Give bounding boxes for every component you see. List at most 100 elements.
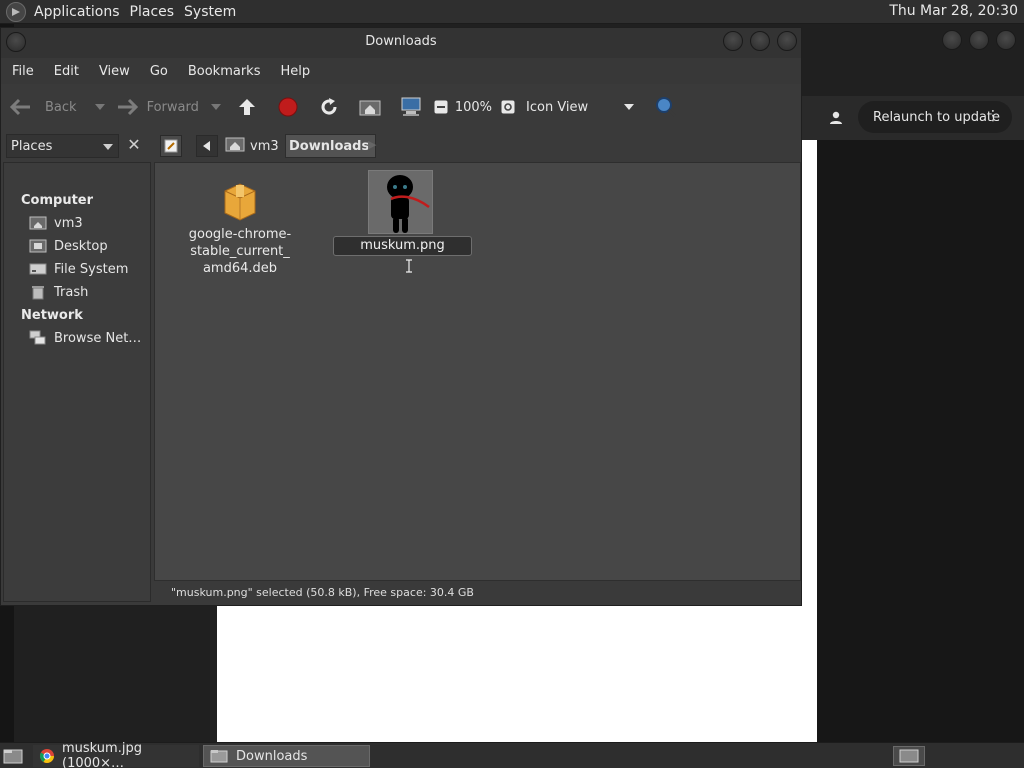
top-panel: Applications Places System Thu Mar 28, 2… [0, 0, 1024, 24]
close-button[interactable] [777, 31, 797, 51]
maximize-button[interactable] [750, 31, 770, 51]
menu-help[interactable]: Help [273, 64, 317, 79]
bottom-panel: muskum.jpg (1000×… Downloads [0, 741, 1024, 768]
back-button[interactable]: Back [9, 95, 77, 119]
menu-go[interactable]: Go [143, 64, 175, 79]
view-mode-dropdown[interactable] [624, 104, 635, 110]
file-name: google-chrome- stable_current_ amd64.deb [182, 226, 298, 277]
text-cursor-icon [406, 259, 412, 273]
computer-icon[interactable] [399, 95, 423, 119]
home-folder-icon[interactable] [358, 95, 382, 119]
chevron-down-icon [103, 144, 113, 150]
breadcrumb-vm3[interactable]: vm3 [221, 135, 285, 157]
forward-label: Forward [146, 99, 199, 115]
toolbar: Back Forward 100% Icon View [1, 84, 801, 130]
menubar: File Edit View Go Bookmarks Help [1, 58, 801, 84]
folder-icon [210, 749, 228, 763]
show-desktop-icon[interactable] [3, 748, 23, 764]
sidebar-item-label: Desktop [54, 238, 108, 254]
sidebar-type-select[interactable]: Places [6, 134, 119, 158]
breadcrumb-label: Downloads [289, 138, 370, 154]
crumb-scroll-right-icon[interactable]: ▶ [368, 138, 382, 154]
view-mode-select[interactable]: Icon View [526, 100, 588, 115]
statusbar: "muskum.png" selected (50.8 kB), Free sp… [154, 581, 801, 605]
sidebar-item-trash[interactable]: Trash [29, 284, 88, 300]
trash-icon [29, 284, 47, 300]
sidebar-item-label: Trash [54, 284, 89, 300]
more-menu-icon[interactable]: ⋮ [986, 109, 1000, 123]
sidebar-heading-network: Network [21, 308, 83, 323]
file-name-line: amd64.deb [202, 261, 278, 276]
chrome-side-area [817, 140, 1024, 742]
menu-view[interactable]: View [92, 64, 137, 79]
rename-input[interactable]: muskum.png [333, 236, 472, 256]
forward-arrow-icon [115, 95, 139, 119]
menu-bookmarks[interactable]: Bookmarks [181, 64, 268, 79]
maximize-button[interactable] [969, 30, 989, 50]
system-menu[interactable]: System [182, 4, 244, 20]
window-title: Downloads [365, 34, 437, 49]
sidebar-item-label: File System [54, 261, 129, 277]
network-icon [29, 330, 47, 346]
zoom-out-icon[interactable] [429, 95, 453, 119]
zoom-in-icon[interactable] [496, 95, 520, 119]
back-label: Back [45, 99, 77, 115]
sidebar-type-label: Places [11, 138, 53, 154]
relaunch-to-update-button[interactable]: Relaunch to update ⋮ [858, 101, 1012, 133]
sidebar-item-label: vm3 [54, 215, 83, 231]
taskbar-item-label: Downloads [236, 748, 308, 764]
file-name-line: google-chrome- [188, 227, 292, 242]
package-icon [222, 181, 258, 221]
account-icon[interactable] [826, 108, 846, 128]
relaunch-label: Relaunch to update [873, 109, 1001, 125]
drive-icon [29, 261, 47, 277]
menu-file[interactable]: File [5, 64, 41, 79]
minimize-button[interactable] [723, 31, 743, 51]
image-thumbnail[interactable] [368, 170, 433, 234]
forward-history-dropdown[interactable] [210, 104, 221, 110]
places-sidebar: Computer vm3 Desktop File System Trash N [3, 162, 151, 602]
taskbar-item-label: muskum.jpg (1000×… [62, 741, 142, 768]
file-item[interactable]: google-chrome- stable_current_ amd64.deb [182, 181, 298, 277]
sidebar-heading-computer: Computer [21, 193, 94, 208]
file-manager-window: Downloads File Edit View Go Bookmarks He… [0, 27, 802, 606]
window-menu-button[interactable] [6, 32, 26, 52]
sidebar-item-vm3[interactable]: vm3 [29, 215, 83, 231]
minimize-button[interactable] [942, 30, 962, 50]
chrome-icon [39, 748, 55, 764]
workspace-switcher[interactable] [893, 746, 925, 766]
location-bar: Places ✕ vm3 Downloads ▶ [1, 130, 801, 162]
home-folder-icon [225, 136, 245, 156]
edit-location-button[interactable] [160, 135, 182, 157]
breadcrumb-downloads[interactable]: Downloads [285, 134, 377, 158]
window-titlebar[interactable]: Downloads [1, 28, 801, 58]
breadcrumb-label: vm3 [250, 138, 279, 154]
stop-icon[interactable] [276, 95, 300, 119]
close-sidebar-icon[interactable]: ✕ [124, 136, 144, 156]
sidebar-item-browse-network[interactable]: Browse Net… [29, 330, 141, 346]
close-button[interactable] [996, 30, 1016, 50]
file-view[interactable]: google-chrome- stable_current_ amd64.deb… [154, 162, 801, 581]
sidebar-item-label: Browse Net… [54, 330, 142, 346]
menu-edit[interactable]: Edit [47, 64, 86, 79]
taskbar-item-chrome[interactable]: muskum.jpg (1000×… [33, 741, 199, 768]
places-menu[interactable]: Places [128, 4, 183, 20]
file-name-line: stable_current_ [190, 244, 290, 259]
back-arrow-icon [9, 95, 33, 119]
zoom-level: 100% [454, 99, 493, 115]
distro-logo-icon[interactable] [6, 1, 26, 22]
home-folder-icon [29, 215, 47, 231]
back-history-dropdown[interactable] [94, 104, 105, 110]
search-icon[interactable] [654, 95, 678, 119]
chrome-window-buttons [942, 30, 1016, 50]
sidebar-item-file-system[interactable]: File System [29, 261, 128, 277]
up-arrow-icon[interactable] [235, 95, 259, 119]
crumb-scroll-left-icon[interactable] [196, 135, 218, 157]
applications-menu[interactable]: Applications [32, 4, 128, 20]
reload-icon[interactable] [317, 95, 341, 119]
forward-button[interactable]: Forward [115, 95, 199, 119]
clock[interactable]: Thu Mar 28, 20:30 [889, 3, 1018, 19]
desktop-folder-icon [29, 238, 47, 254]
taskbar-item-downloads[interactable]: Downloads [203, 745, 370, 767]
sidebar-item-desktop[interactable]: Desktop [29, 238, 108, 254]
